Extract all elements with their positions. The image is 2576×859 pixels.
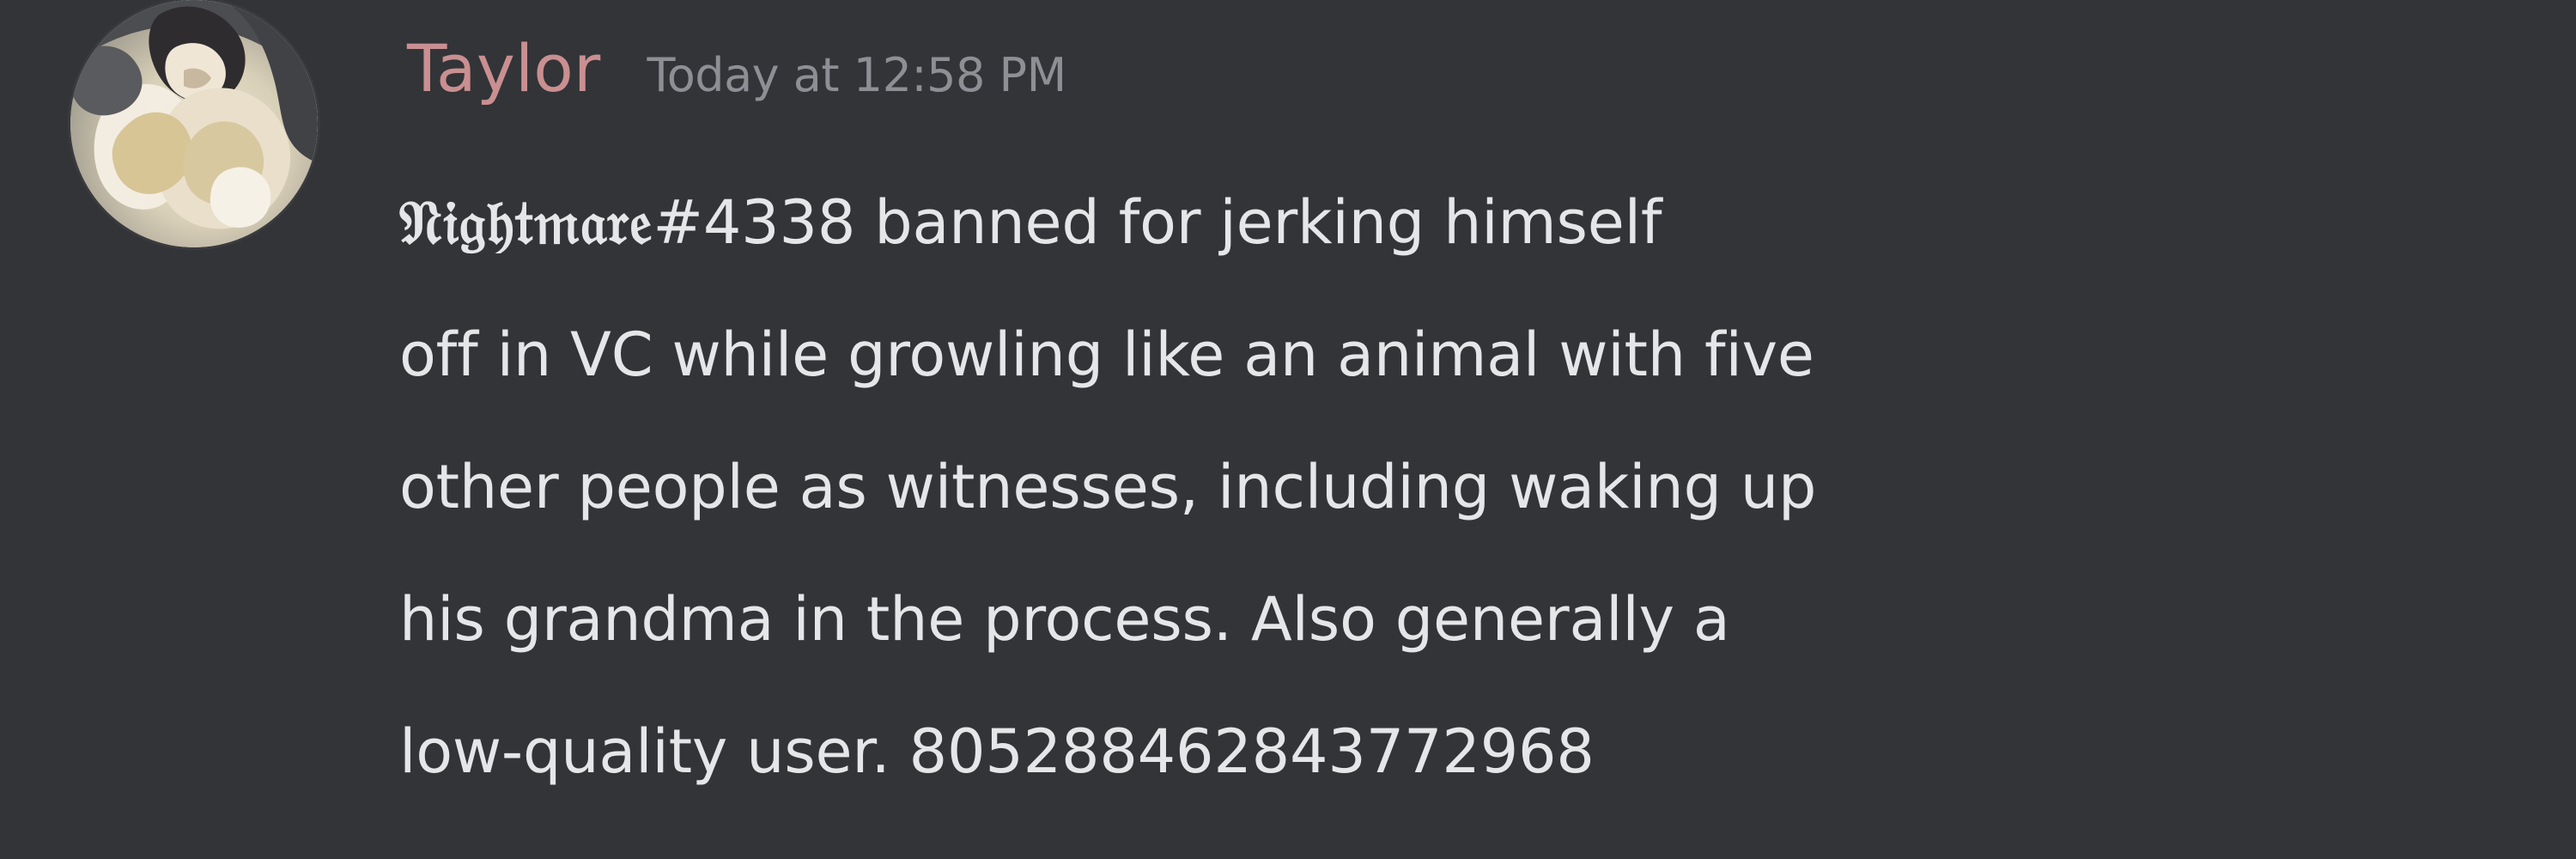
chat-screenshot: Taylor Today at 12:58 PM 𝔑𝔦𝔤𝔥𝔱𝔪𝔞𝔯𝔢#4338 … bbox=[0, 0, 2576, 859]
mentioned-user-tag[interactable]: #4338 bbox=[653, 187, 855, 258]
message-line-4: his grandma in the process. Also general… bbox=[399, 584, 1730, 655]
message-timestamp[interactable]: Today at 12:58 PM bbox=[647, 33, 1066, 119]
message-line-1: 𝔑𝔦𝔤𝔥𝔱𝔪𝔞𝔯𝔢#4338 banned for jerking himsel… bbox=[399, 156, 2494, 289]
message-line-2: off in VC while growling like an animal … bbox=[399, 320, 1814, 390]
message-content: 𝔑𝔦𝔤𝔥𝔱𝔪𝔞𝔯𝔢#4338 banned for jerking himsel… bbox=[399, 156, 2494, 818]
chat-message: Taylor Today at 12:58 PM 𝔑𝔦𝔤𝔥𝔱𝔪𝔞𝔯𝔢#4338 … bbox=[0, 0, 2576, 859]
mentioned-user-name[interactable]: 𝔑𝔦𝔤𝔥𝔱𝔪𝔞𝔯𝔢 bbox=[399, 186, 653, 258]
message-line-3: other people as witnesses, including wak… bbox=[399, 452, 1817, 522]
user-avatar-icon bbox=[70, 0, 318, 247]
user-avatar[interactable] bbox=[70, 0, 318, 247]
message-line-5: low-quality user. 805288462843772968 bbox=[399, 716, 1595, 787]
message-header: Taylor Today at 12:58 PM bbox=[407, 26, 1066, 112]
message-text-line-1: banned for jerking himself bbox=[855, 187, 1662, 258]
author-name[interactable]: Taylor bbox=[407, 26, 600, 112]
